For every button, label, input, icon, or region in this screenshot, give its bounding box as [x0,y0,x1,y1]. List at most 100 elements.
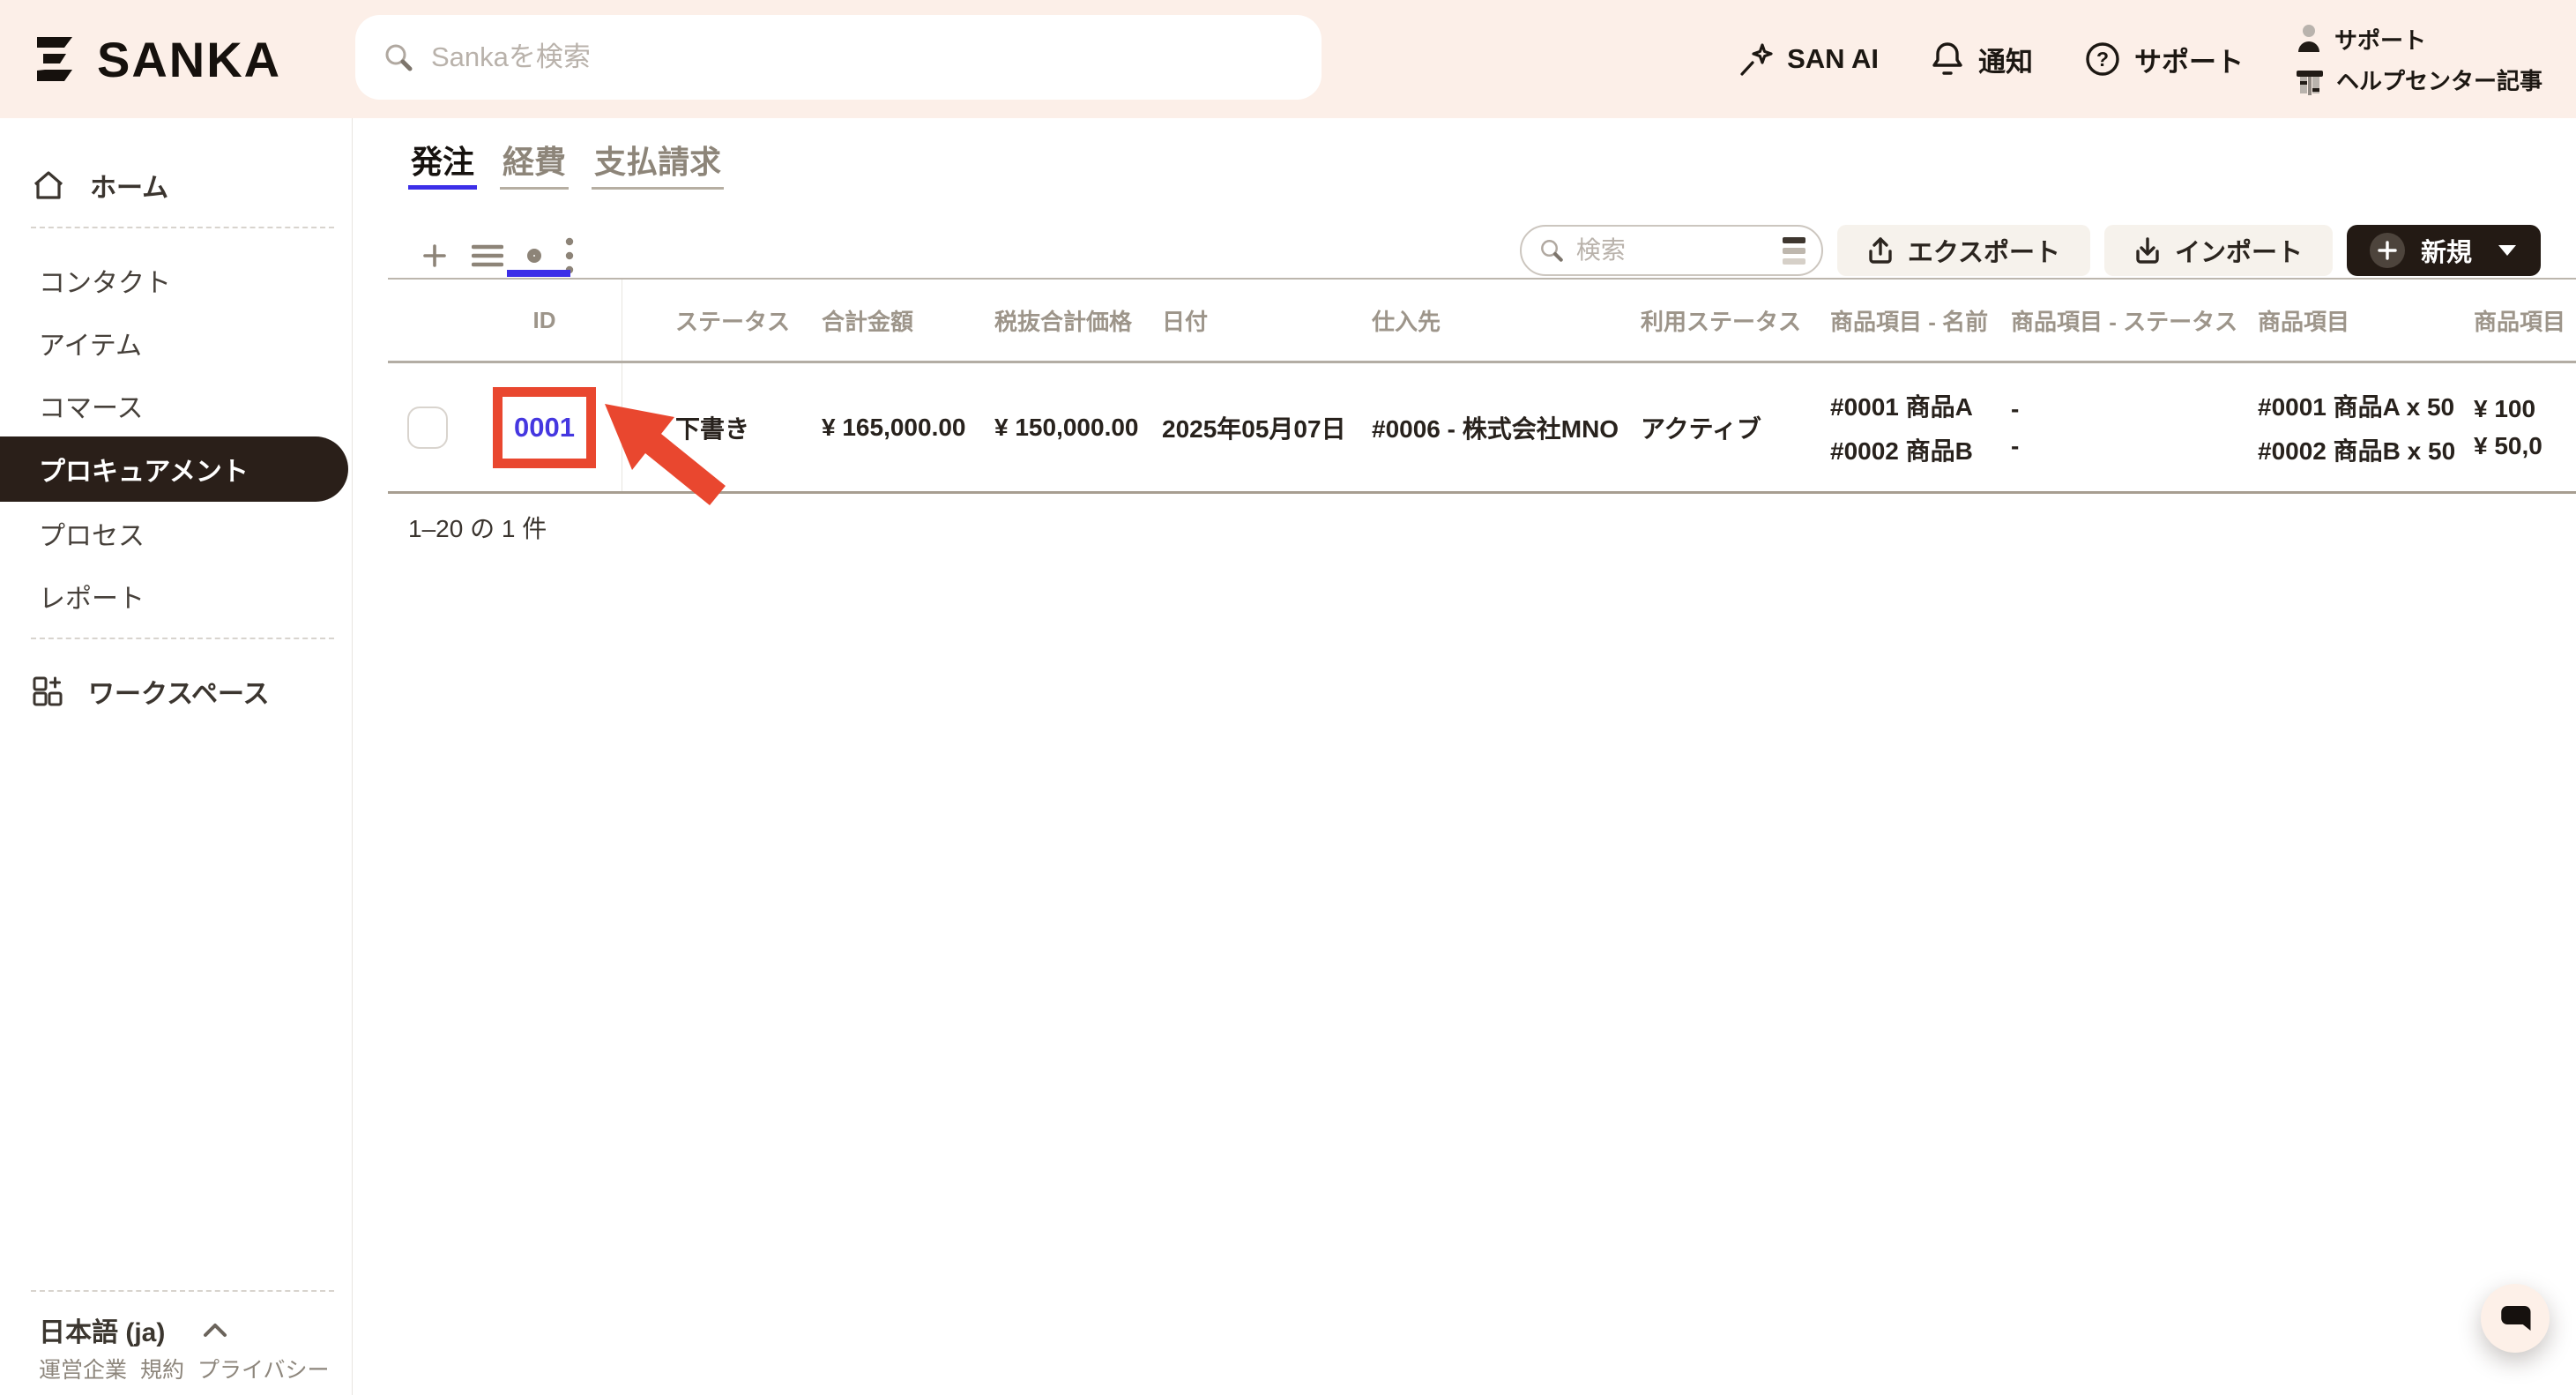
user-icon [2295,24,2323,54]
item-price-line: ¥ 100 [2474,395,2576,423]
sidebar-item-label: アイテム [39,324,142,362]
row-subtotal-cell: ¥ 150,000.00 [984,363,1151,491]
tab-payment-requests[interactable]: 支払請求 [592,145,724,190]
import-icon [2134,236,2161,265]
main-content: 発注 経費 支払請求 [353,118,2576,1395]
column-header-id: ID [467,280,622,361]
top-nav: SAN AI 通知 ? サポート [1738,0,2542,118]
table-row[interactable]: 0001 下書き ¥ 165,000.00 ¥ 150,000.00 2025年… [388,363,2576,494]
item-name-line: #0002 商品B [1830,432,2000,467]
support-button[interactable]: ? サポート [2084,40,2244,79]
column-header-item-price: 商品項目 [2463,280,2576,361]
row-item-names-cell: #0001 商品A #0002 商品B [1820,363,2000,491]
sidebar-item-label: プロセス [39,514,145,553]
global-search[interactable] [355,15,1322,100]
row-item-statuses-cell: - - [2000,363,2247,491]
sidebar-item-commerce[interactable]: コマース [0,374,352,436]
help-center-link[interactable]: ヘルプセンター記事 [2295,61,2542,98]
sidebar-item-procurement[interactable]: プロキュアメント [0,436,348,502]
sidebar-item-label: プロキュアメント [39,450,249,489]
add-view-button[interactable] [421,242,448,269]
row-items-cell: #0001 商品A x 50 #0002 商品B x 50 [2247,363,2463,491]
legal-link-company[interactable]: 運営企業 [39,1353,127,1384]
support-label: サポート [2134,40,2244,79]
san-ai-button[interactable]: SAN AI [1738,41,1879,77]
sidebar-item-label: コマース [39,386,144,425]
chevron-up-icon [202,1322,228,1338]
sidebar-divider [31,638,334,639]
purchase-orders-table: ID ステータス 合計金額 税抜合計価格 日付 仕入先 利用ステータス 商品項目… [388,278,2576,494]
row-total-cell: ¥ 165,000.00 [811,363,984,491]
help-center-icon [2295,63,2325,95]
sidebar-item-process[interactable]: プロセス [0,502,352,564]
export-icon [1867,236,1894,265]
sidebar-footer-divider [31,1290,334,1292]
pagination-label: 1–20 の 1 件 [408,510,547,545]
tab-expenses[interactable]: 経費 [500,145,569,190]
magic-wand-icon [1738,41,1774,77]
column-header-date: 日付 [1151,280,1361,361]
subtotal-value: ¥ 150,000.00 [994,414,1151,442]
san-ai-label: SAN AI [1787,43,1879,75]
table-search[interactable] [1520,225,1823,276]
date-value: 2025年05月07日 [1162,410,1361,445]
table-search-input[interactable] [1576,236,1770,265]
usage-status-value: アクティブ [1641,410,1820,445]
filter-icon[interactable] [1783,237,1805,265]
plus-icon [2370,233,2405,268]
column-header-status: ステータス [622,280,811,361]
row-usage-status-cell: アクティブ [1630,363,1820,491]
column-header-total: 合計金額 [811,280,984,361]
notifications-button[interactable]: 通知 [1930,40,2033,79]
home-icon [31,168,66,202]
list-view-icon[interactable] [472,242,503,269]
item-line: #0002 商品B x 50 [2258,432,2463,467]
sanka-logo-icon [32,34,78,85]
top-bar: SANKA SAN AI [0,0,2576,118]
legal-link-terms[interactable]: 規約 [140,1353,184,1384]
sanka-logo[interactable]: SANKA [32,0,281,118]
sidebar-item-label: レポート [39,577,145,615]
row-supplier-cell: #0006 - 株式会社MNO [1361,363,1630,491]
header-checkbox-spacer [388,280,467,361]
column-header-items: 商品項目 [2247,280,2463,361]
new-label: 新規 [2421,232,2472,269]
item-status-line: - [2011,432,2247,460]
supplier-value: #0006 - 株式会社MNO [1372,410,1630,445]
row-id-cell: 0001 [467,363,622,491]
column-header-item-status: 商品項目 - ステータス [2000,280,2247,361]
more-options-icon[interactable] [565,237,574,274]
import-button[interactable]: インポート [2104,225,2333,276]
language-switcher[interactable]: 日本語 (ja) [39,1310,228,1349]
sidebar-item-workspace[interactable]: ワークスペース [0,660,352,722]
bell-icon [1930,40,1965,78]
sidebar-item-label: コンタクト [39,261,171,300]
column-header-usage-status: 利用ステータス [1630,280,1820,361]
global-search-input[interactable] [431,41,1293,73]
help-circle-icon: ? [2084,41,2121,78]
sidebar-item-contacts[interactable]: コンタクト [0,249,352,311]
chat-widget-button[interactable] [2481,1284,2550,1353]
new-button[interactable]: 新規 [2347,225,2541,276]
sidebar-item-reports[interactable]: レポート [0,564,352,627]
help-support-link[interactable]: サポート [2295,20,2542,57]
svg-text:?: ? [2096,48,2109,71]
help-center-label: ヘルプセンター記事 [2336,63,2542,96]
chevron-down-icon[interactable] [2497,243,2518,257]
sidebar-item-items[interactable]: アイテム [0,311,352,374]
row-status-cell: 下書き [622,363,811,491]
row-checkbox-cell [388,363,467,491]
legal-link-privacy[interactable]: プライバシー [197,1353,330,1384]
export-button[interactable]: エクスポート [1837,225,2090,276]
workspace-icon [31,675,64,708]
sidebar-item-home[interactable]: ホーム [0,153,352,216]
active-view-underline [507,270,570,277]
total-value: ¥ 165,000.00 [822,414,984,442]
tab-purchase-orders[interactable]: 発注 [408,145,477,190]
row-checkbox[interactable] [407,407,448,449]
row-id-link[interactable]: 0001 [514,412,575,444]
item-price-line: ¥ 50,0 [2474,432,2576,460]
logo-text: SANKA [97,31,281,88]
circle-view-icon[interactable] [527,249,541,263]
table-header-row: ID ステータス 合計金額 税抜合計価格 日付 仕入先 利用ステータス 商品項目… [388,280,2576,363]
